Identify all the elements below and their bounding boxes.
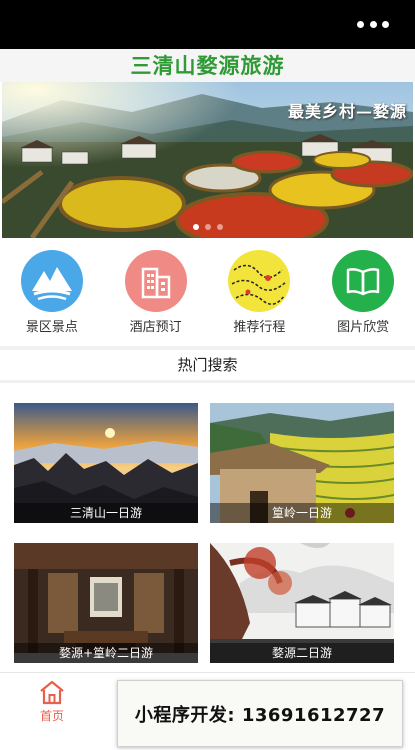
tab-home[interactable]: 首页 bbox=[22, 679, 82, 724]
mountain-icon bbox=[20, 250, 83, 312]
building-icon bbox=[124, 250, 187, 312]
tour-card[interactable]: 婺源+篁岭二日游 bbox=[14, 543, 198, 663]
nav-label: 酒店预订 bbox=[129, 320, 182, 335]
nav-label: 推荐行程 bbox=[233, 320, 286, 335]
home-icon bbox=[40, 680, 64, 705]
book-icon bbox=[332, 250, 395, 312]
developer-promo-text: 小程序开发: 13691612727 bbox=[134, 704, 386, 726]
status-bar bbox=[0, 0, 415, 49]
tour-card[interactable]: 婺源二日游 bbox=[210, 543, 394, 663]
nav-label: 景区景点 bbox=[25, 320, 78, 335]
divider bbox=[0, 380, 415, 383]
tour-card[interactable]: 三清山一日游 bbox=[14, 403, 198, 523]
banner-caption: 最美乡村—婺源 bbox=[287, 102, 407, 121]
tour-card-caption: 婺源+篁岭二日游 bbox=[14, 643, 198, 663]
nav-item-gallery[interactable]: 图片欣赏 bbox=[311, 238, 415, 346]
page-title: 三清山婺源旅游 bbox=[130, 53, 285, 78]
carousel-dot[interactable] bbox=[192, 224, 199, 230]
tour-card-caption: 三清山一日游 bbox=[14, 503, 198, 523]
nav-label: 图片欣赏 bbox=[337, 320, 390, 335]
nav-item-attractions[interactable]: 景区景点 bbox=[0, 238, 104, 346]
nav-item-itineraries[interactable]: 推荐行程 bbox=[208, 238, 312, 346]
tour-card-caption: 篁岭一日游 bbox=[210, 503, 394, 523]
app-header: 三清山婺源旅游 bbox=[0, 49, 415, 82]
carousel-indicator bbox=[2, 224, 413, 230]
carousel-dot[interactable] bbox=[216, 224, 223, 230]
section-title: 热门搜索 bbox=[0, 350, 415, 380]
category-nav: 景区景点 酒店预订 推荐行程 图片欣赏 bbox=[0, 238, 415, 346]
developer-promo[interactable]: 小程序开发: 13691612727 bbox=[117, 680, 403, 747]
more-dots-icon[interactable] bbox=[357, 18, 389, 30]
tab-home-label: 首页 bbox=[39, 709, 64, 723]
carousel-dot[interactable] bbox=[204, 224, 211, 230]
route-map-icon bbox=[228, 250, 291, 312]
banner-carousel[interactable]: 最美乡村—婺源 bbox=[2, 82, 413, 238]
tour-card-caption: 婺源二日游 bbox=[210, 643, 394, 663]
nav-item-hotels[interactable]: 酒店预订 bbox=[104, 238, 208, 346]
tour-card[interactable]: 篁岭一日游 bbox=[210, 403, 394, 523]
